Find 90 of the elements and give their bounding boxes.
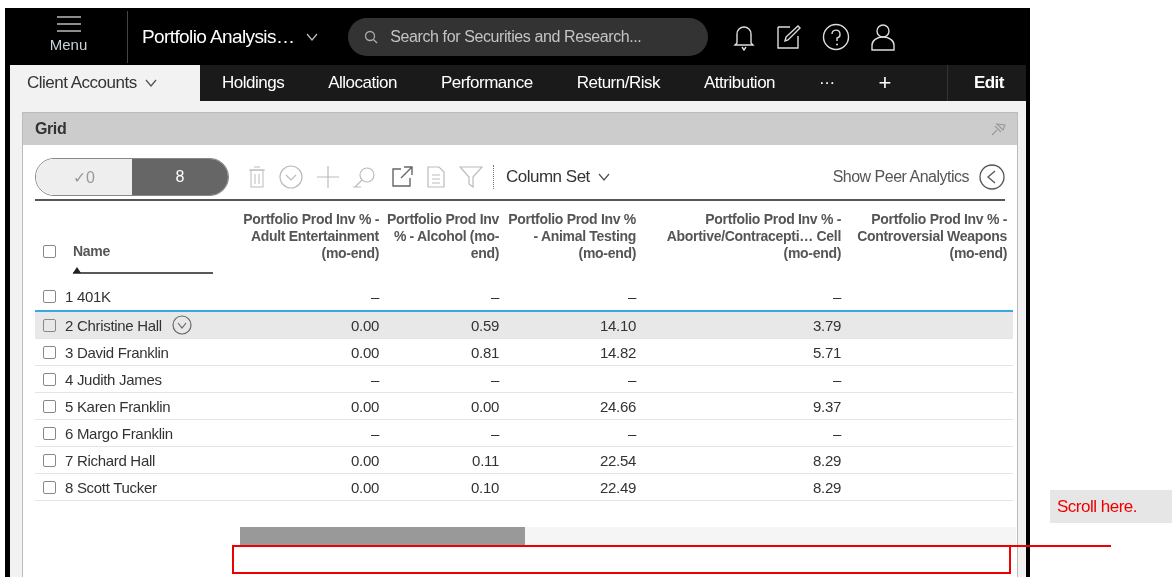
scrollbar-track[interactable] <box>240 527 1016 547</box>
table-cell: – <box>832 287 841 305</box>
row-name: 1 401K <box>65 287 111 305</box>
filter-icon[interactable] <box>459 166 483 188</box>
column-header[interactable]: Portfolio Prod Inv % - Controversial Weapons (mo-end) <box>847 211 1007 262</box>
table-cell: 3.79 <box>813 316 841 334</box>
table-cell: 0.10 <box>471 478 499 496</box>
menu-icon <box>55 14 82 33</box>
row-name: 2 Christine Hall <box>65 316 162 334</box>
tab[interactable]: Return/Risk <box>554 65 682 101</box>
tab[interactable]: Performance <box>418 65 555 101</box>
column-header[interactable]: Portfolio Prod Inv % - Adult Entertainment (mo-end) <box>235 211 379 262</box>
table-cell: 0.00 <box>471 397 499 415</box>
row-checkbox[interactable] <box>43 453 56 467</box>
export-icon[interactable] <box>391 166 413 188</box>
toggle-segment[interactable]: 8 <box>132 159 228 195</box>
table-cell: 0.00 <box>351 397 379 415</box>
table-cell: 8.29 <box>813 478 841 496</box>
table-cell: – <box>627 424 636 442</box>
row-checkbox[interactable] <box>43 372 56 386</box>
table-cell: 5.71 <box>813 343 841 361</box>
table-cell: 22.54 <box>599 451 636 469</box>
row-checkbox[interactable] <box>43 399 56 413</box>
table-cell: 24.66 <box>599 397 636 415</box>
row-checkbox[interactable] <box>43 345 56 359</box>
row-name: 3 David Franklin <box>65 343 169 361</box>
row-checkbox[interactable] <box>43 289 56 303</box>
column-set-dropdown[interactable]: Column Set <box>506 167 610 187</box>
chevron-circle-icon[interactable] <box>279 165 303 189</box>
table-cell: – <box>370 424 379 442</box>
row-name: 7 Richard Hall <box>65 451 155 469</box>
tab[interactable]: Attribution <box>682 65 798 101</box>
row-checkbox[interactable] <box>43 426 56 440</box>
chevron-circle-icon[interactable] <box>171 315 192 335</box>
scrollbar-thumb[interactable] <box>240 527 525 547</box>
table-cell: 0.59 <box>471 316 499 334</box>
table-cell: 22.49 <box>599 478 636 496</box>
row-checkbox[interactable] <box>43 480 56 494</box>
table-cell: – <box>490 370 499 388</box>
search-icon <box>364 29 379 44</box>
help-icon[interactable] <box>822 22 851 51</box>
edit-icon[interactable] <box>776 23 803 50</box>
table-cell: 0.11 <box>472 451 499 469</box>
chevron-down-icon[interactable] <box>597 173 610 181</box>
chevron-down-icon[interactable] <box>144 79 157 87</box>
row-checkbox[interactable] <box>43 318 56 332</box>
tab[interactable]: Client Accounts <box>10 65 200 101</box>
table-cell: 0.00 <box>351 451 379 469</box>
table-cell: 0.00 <box>351 343 379 361</box>
table-cell: – <box>627 370 636 388</box>
table-cell: 0.00 <box>351 316 379 334</box>
menu-button[interactable]: Menu <box>10 10 128 63</box>
checkbox[interactable] <box>43 245 56 258</box>
peer-analytics-label: Show Peer Analytics <box>832 168 969 186</box>
pin-icon[interactable] <box>989 120 1007 138</box>
search-field[interactable]: Search for Securities and Research... <box>348 17 709 56</box>
column-header[interactable]: Name <box>73 243 229 260</box>
table-cell: 0.00 <box>351 478 379 496</box>
panel-title: Grid <box>35 120 67 138</box>
table-cell: – <box>370 287 379 305</box>
table-cell: 9.37 <box>813 397 841 415</box>
row-name: 5 Karen Franklin <box>65 397 171 415</box>
table-cell: – <box>490 287 499 305</box>
table-cell: – <box>832 424 841 442</box>
row-name: 8 Scott Tucker <box>65 478 157 496</box>
search-icon[interactable] <box>353 166 377 188</box>
column-header[interactable]: Portfolio Prod Inv % - Alcohol (mo-end) <box>385 211 499 262</box>
table-cell: – <box>627 287 636 305</box>
more-button[interactable]: ··· <box>797 65 857 101</box>
table-cell: 0.81 <box>471 343 499 361</box>
tab[interactable]: Holdings <box>200 65 307 101</box>
row-name: 6 Margo Franklin <box>65 424 173 442</box>
row-name: 4 Judith James <box>65 370 162 388</box>
column-header[interactable]: Portfolio Prod Inv % - Animal Testing (mo-end) <box>505 211 636 262</box>
column-header[interactable]: Portfolio Prod Inv % - Abortive/Contracepti… Cell (mo-end) <box>642 211 841 262</box>
back-circle-icon[interactable] <box>979 164 1005 190</box>
chevron-down-icon[interactable] <box>306 32 319 41</box>
user-icon[interactable] <box>870 22 897 51</box>
table-cell: 14.10 <box>599 316 636 334</box>
table-cell: – <box>832 370 841 388</box>
table-cell: – <box>370 370 379 388</box>
edit-button[interactable]: Edit <box>946 65 1026 101</box>
callout-label: Scroll here. <box>1050 490 1172 523</box>
title-dropdown[interactable]: Portfolio Analysis… <box>142 25 319 48</box>
add-tab-button[interactable]: + <box>856 65 913 101</box>
table-cell: 14.82 <box>599 343 636 361</box>
selection-toggle[interactable]: ✓0 8 <box>35 158 229 196</box>
tab[interactable]: Allocation <box>306 65 419 101</box>
table-cell: 8.29 <box>813 451 841 469</box>
table-cell: – <box>490 424 499 442</box>
